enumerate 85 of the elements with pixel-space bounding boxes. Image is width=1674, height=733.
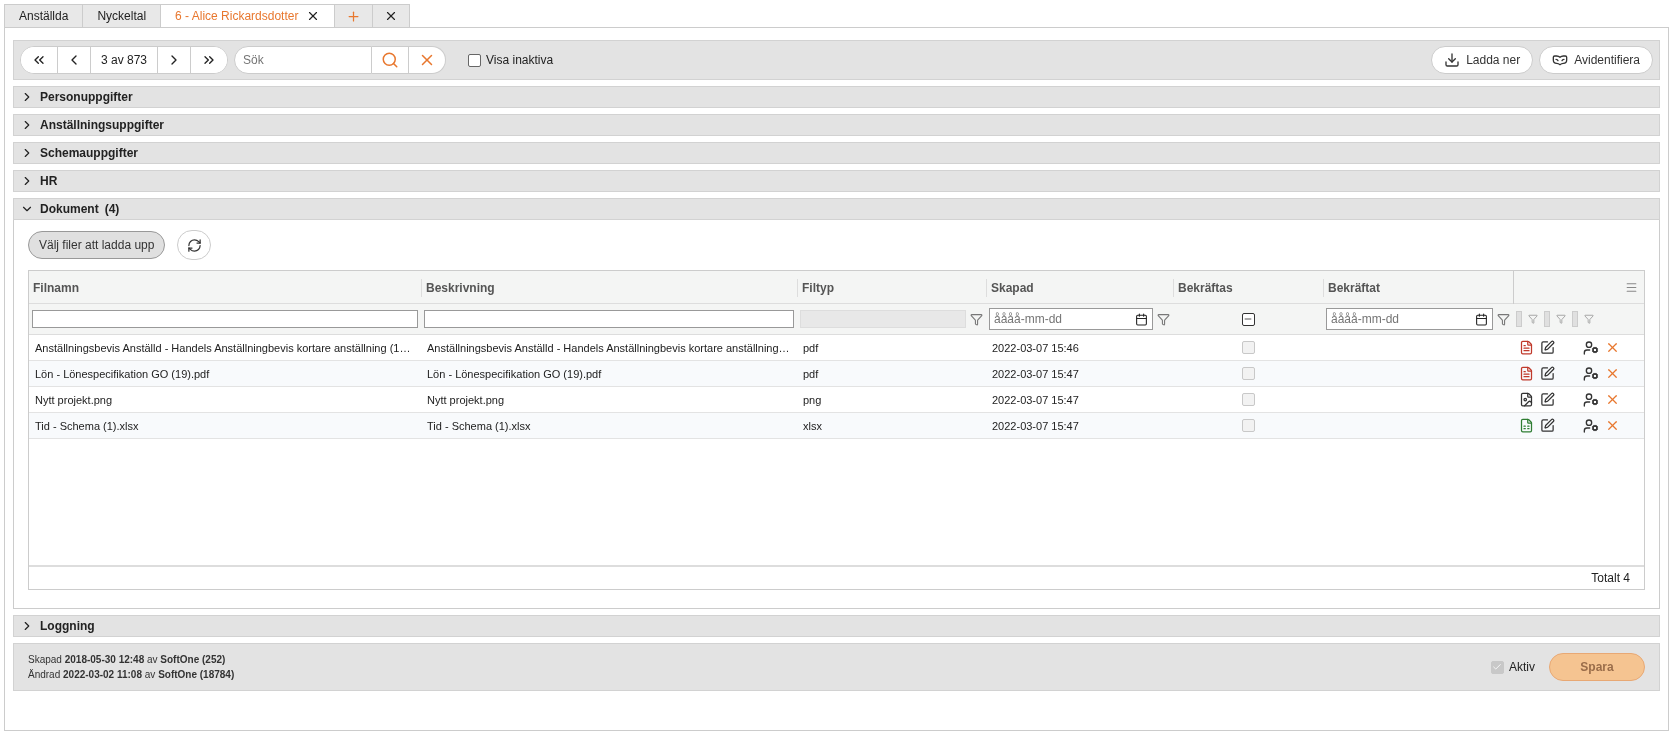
filter-input[interactable] bbox=[424, 310, 794, 328]
delete-icon[interactable] bbox=[1605, 340, 1620, 355]
filter-input[interactable] bbox=[1516, 311, 1522, 327]
spreadsheet-icon[interactable] bbox=[1519, 418, 1534, 433]
audit-line: Skapad 2018-05-30 12:48 av SoftOne (252) bbox=[28, 654, 227, 665]
last-button[interactable] bbox=[190, 47, 228, 73]
table-cell-text: Tid - Schema (1).xlsx bbox=[34, 419, 140, 432]
edit-icon[interactable] bbox=[1540, 418, 1555, 433]
toolbar-button[interactable]: Ladda ner bbox=[1431, 46, 1534, 74]
filter-icon[interactable] bbox=[1157, 312, 1170, 326]
date-field[interactable]: åååå-mm-dd bbox=[1326, 308, 1493, 330]
audit-line: Ändrad 2022-03-02 11:08 av SoftOne (18784) bbox=[28, 669, 235, 680]
image-file-icon[interactable] bbox=[1519, 392, 1534, 407]
delete-icon[interactable] bbox=[1605, 418, 1620, 433]
table-cell-text: 2022-03-07 15:47 bbox=[991, 393, 1080, 406]
filter-input[interactable] bbox=[1544, 311, 1550, 327]
total-count: Totalt 4 bbox=[1591, 571, 1630, 585]
user-gear-icon[interactable] bbox=[1583, 365, 1599, 382]
section-header[interactable]: Loggning bbox=[13, 615, 1660, 637]
column-header[interactable]: Bekräftas bbox=[1173, 278, 1323, 297]
mask-icon bbox=[1552, 52, 1569, 68]
calendar-icon[interactable] bbox=[1135, 312, 1148, 326]
document-icon[interactable] bbox=[1519, 340, 1534, 355]
user-gear-icon[interactable] bbox=[1583, 391, 1599, 408]
section-title: Loggning bbox=[40, 619, 95, 633]
toolbar-button[interactable]: Avidentifiera bbox=[1539, 46, 1653, 74]
section-title: Personuppgifter bbox=[40, 90, 133, 104]
section-header[interactable]: Anställningsuppgifter bbox=[13, 114, 1660, 136]
section-title: HR bbox=[40, 174, 58, 188]
edit-icon[interactable] bbox=[1540, 366, 1555, 381]
table-cell-text: xlsx bbox=[802, 419, 823, 432]
document-icon[interactable] bbox=[1519, 366, 1534, 381]
table-cell-text: 2022-03-07 15:47 bbox=[991, 367, 1080, 380]
user-gear-icon[interactable] bbox=[1583, 339, 1599, 356]
filter-icon[interactable] bbox=[970, 312, 983, 326]
column-header[interactable]: Bekräftat bbox=[1323, 278, 1513, 297]
search-icon[interactable] bbox=[381, 51, 400, 69]
table-cell-text: Lön - Lönespecifikation GO (19).pdf bbox=[34, 367, 211, 380]
section-count: (4) bbox=[104, 202, 120, 216]
checkbox-label: Visa inaktiva bbox=[486, 53, 554, 67]
checkbox[interactable] bbox=[468, 53, 482, 67]
checkbox-label: Aktiv bbox=[1509, 660, 1535, 674]
filter-input[interactable] bbox=[1572, 311, 1578, 327]
section-title: Schemauppgifter bbox=[40, 146, 138, 160]
delete-icon[interactable] bbox=[1605, 392, 1620, 407]
table-cell-text: Nytt projekt.png bbox=[34, 393, 114, 406]
refresh-button[interactable] bbox=[177, 230, 212, 260]
table-cell-text: Nytt projekt.png bbox=[426, 393, 506, 406]
table-cell-text: 2022-03-07 15:47 bbox=[991, 419, 1080, 432]
search-button[interactable] bbox=[372, 46, 410, 74]
tab[interactable]: Nyckeltal bbox=[82, 4, 162, 28]
delete-icon[interactable] bbox=[1605, 366, 1620, 381]
filter-input[interactable] bbox=[32, 310, 418, 328]
calendar-icon[interactable] bbox=[1475, 312, 1488, 326]
section-header[interactable]: Schemauppgifter bbox=[13, 142, 1660, 164]
refresh-icon[interactable] bbox=[186, 237, 202, 253]
column-header[interactable]: Beskrivning bbox=[421, 278, 797, 297]
date-field[interactable]: åååå-mm-dd bbox=[989, 308, 1153, 330]
edit-icon[interactable] bbox=[1540, 392, 1555, 407]
section-header[interactable]: Personuppgifter bbox=[13, 86, 1660, 108]
section-header[interactable]: Dokument (4) bbox=[13, 198, 1660, 220]
section-header[interactable]: HR bbox=[13, 170, 1660, 192]
table-cell-text: Anställningsbevis Anställd - Handels Anställningbevis kortare anställning (1… bbox=[34, 341, 412, 354]
search-input[interactable]: Sök bbox=[243, 53, 364, 67]
menu-icon[interactable] bbox=[1625, 281, 1638, 294]
search-field[interactable]: Sök bbox=[234, 46, 373, 74]
column-header[interactable]: Filtyp bbox=[797, 278, 986, 297]
user-gear-icon[interactable] bbox=[1583, 417, 1599, 434]
table-cell-text: Anställningsbevis Anställd - Handels Anställningbevis kortare anställning… bbox=[426, 341, 791, 354]
table-cell-text: pdf bbox=[802, 367, 820, 380]
upload-button[interactable]: Välj filer att ladda upp bbox=[28, 231, 166, 259]
filter-icon[interactable] bbox=[1497, 312, 1510, 326]
section-title: Anställningsuppgifter bbox=[40, 118, 164, 132]
column-header[interactable]: Skapad bbox=[986, 278, 1173, 297]
table-cell-text: Tid - Schema (1).xlsx bbox=[426, 419, 532, 432]
tab[interactable]: Anställda bbox=[4, 4, 84, 28]
edit-icon[interactable] bbox=[1540, 340, 1555, 355]
table-cell-text: Lön - Lönespecifikation GO (19).pdf bbox=[426, 367, 603, 380]
table-cell-text: 2022-03-07 15:46 bbox=[991, 341, 1080, 354]
section-title: Dokument bbox=[40, 202, 99, 216]
table-cell-text: pdf bbox=[802, 341, 820, 354]
checkbox[interactable] bbox=[1241, 312, 1255, 326]
download-icon bbox=[1444, 52, 1461, 68]
table-cell-text: png bbox=[802, 393, 823, 406]
column-header[interactable]: Filnamn bbox=[29, 278, 421, 297]
